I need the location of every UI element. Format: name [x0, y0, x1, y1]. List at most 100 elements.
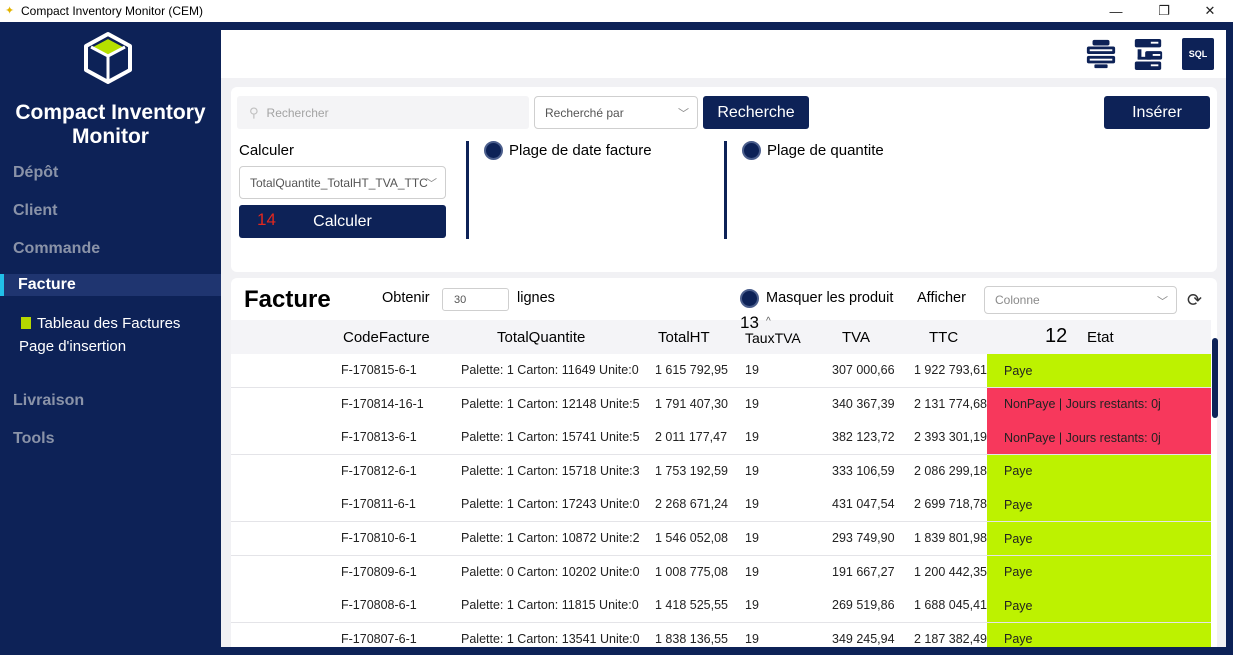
restore-button[interactable]: ❐ [1141, 0, 1187, 22]
sidebar-item-commande[interactable]: Commande [13, 240, 100, 258]
column-header[interactable]: CodeFacture [343, 329, 430, 346]
column-header[interactable]: TTC [929, 329, 958, 346]
search-input[interactable] [266, 105, 507, 120]
table-cell: 340 367,39 [832, 396, 895, 411]
sidebar-item-client[interactable]: Client [13, 202, 57, 220]
column-header[interactable]: TotalQuantite [497, 329, 585, 346]
invoice-table-panel: Facture Obtenir 30 lignes Masquer les pr… [231, 278, 1218, 647]
sidebar-subitem-tableau-label: Tableau des Factures [37, 315, 181, 332]
brand-line-1: Compact Inventory [15, 101, 206, 124]
search-button[interactable]: Recherche [703, 96, 809, 129]
hide-products-radio[interactable] [740, 289, 759, 308]
divider [724, 141, 727, 239]
table-cell: 1 546 052,08 [655, 531, 728, 545]
refresh-icon[interactable]: ⟳ [1187, 290, 1202, 311]
search-box: ⚲ [237, 96, 529, 129]
status-badge: Paye [987, 589, 1211, 623]
status-badge: NonPaye | Jours restants: 0j [987, 421, 1211, 455]
table-cell: F-170807-6-1 [341, 631, 417, 646]
sidebar-subitem-insertion[interactable]: Page d'insertion [19, 338, 126, 355]
show-label: Afficher [917, 290, 966, 306]
table-cell: 269 519,86 [832, 598, 895, 613]
quantity-range-label: Plage de quantite [767, 142, 884, 159]
sidebar-item-tools[interactable]: Tools [13, 430, 54, 448]
table-cell: 333 106,59 [832, 463, 895, 478]
page-title: Facture [244, 286, 331, 313]
insert-button[interactable]: Insérer [1104, 96, 1210, 129]
column-header[interactable]: Etat [1087, 329, 1114, 346]
table-cell: 307 000,66 [832, 363, 895, 377]
table-cell: 2 086 299,18 [914, 463, 987, 478]
table-row[interactable]: F-170814-16-1 Palette: 1 Carton: 12148 Un… [231, 387, 1211, 422]
column-select[interactable]: Colonne ﹀ [984, 286, 1177, 314]
table-cell: 293 749,90 [832, 531, 895, 545]
table-row[interactable]: F-170811-6-1 Palette: 1 Carton: 17243 Uni… [231, 488, 1211, 523]
table-cell: 1 838 136,55 [655, 631, 728, 646]
server-icon-svg [1086, 39, 1116, 69]
search-by-select[interactable]: Recherché par ﹀ [534, 96, 698, 129]
sidebar-item-livraison[interactable]: Livraison [13, 392, 84, 410]
top-toolbar: SQL [221, 30, 1226, 78]
minimize-button[interactable]: — [1093, 0, 1139, 22]
table-cell: F-170810-6-1 [341, 531, 417, 545]
sort-indicator-icon: ^ [766, 316, 771, 327]
date-range-label: Plage de date facture [509, 142, 652, 159]
table-cell: 19 [745, 363, 759, 377]
table-cell: 382 123,72 [832, 430, 895, 445]
rows-count-input[interactable]: 30 [442, 288, 509, 311]
sidebar-subitem-tableau[interactable]: Tableau des Factures [21, 315, 180, 332]
close-button[interactable]: ✕ [1187, 0, 1233, 22]
network-icon-svg [1134, 38, 1163, 70]
table-cell: 19 [745, 497, 759, 512]
table-row[interactable]: F-170815-6-1 Palette: 1 Carton: 11649 Uni… [231, 354, 1211, 388]
table-row[interactable]: F-170812-6-1 Palette: 1 Carton: 15718 Uni… [231, 454, 1211, 489]
table-row[interactable]: F-170810-6-1 Palette: 1 Carton: 10872 Uni… [231, 522, 1211, 556]
status-badge: Paye [987, 454, 1211, 488]
table-cell: Palette: 1 Carton: 17243 Unite:0 [461, 497, 640, 512]
table-cell: 19 [745, 631, 759, 646]
table-cell: Palette: 1 Carton: 15741 Unite:5 [461, 430, 640, 445]
main-content: SQL ⚲ Recherché par ﹀ Recherche Insérer … [221, 30, 1226, 647]
table-cell: 1 688 045,41 [914, 598, 987, 613]
table-icon [21, 317, 31, 329]
table-row[interactable]: F-170808-6-1 Palette: 1 Carton: 11815 Uni… [231, 589, 1211, 624]
server-icon[interactable] [1085, 38, 1117, 70]
status-badge: Paye [987, 555, 1211, 589]
annotation-13: 13 [740, 313, 759, 332]
obtain-label: Obtenir [382, 290, 430, 306]
filter-panel: ⚲ Recherché par ﹀ Recherche Insérer Calc… [231, 87, 1217, 272]
network-icon[interactable] [1132, 38, 1164, 70]
table-row[interactable]: F-170807-6-1 Palette: 1 Carton: 13541 Uni… [231, 622, 1211, 647]
table-cell: 19 [745, 564, 759, 579]
active-indicator [0, 274, 4, 296]
chevron-down-icon: ﹀ [1157, 296, 1168, 308]
table-cell: 19 [745, 463, 759, 478]
table-cell: 1 791 407,30 [655, 396, 728, 411]
calc-button[interactable]: 14 Calculer [239, 205, 446, 238]
chevron-down-icon: ﹀ [426, 178, 437, 190]
table-cell: F-170815-6-1 [341, 363, 417, 377]
divider [466, 141, 469, 239]
title-bar: ✦ Compact Inventory Monitor (CEM) — ❐ ✕ [0, 0, 1233, 22]
quantity-range-radio[interactable] [742, 141, 761, 160]
column-header[interactable]: TVA [842, 329, 870, 346]
scrollbar[interactable] [1212, 338, 1218, 418]
table-cell: Palette: 1 Carton: 10872 Unite:2 [461, 531, 640, 545]
table-row[interactable]: F-170809-6-1 Palette: 0 Carton: 10202 Uni… [231, 555, 1211, 590]
status-badge: Paye [987, 488, 1211, 522]
sidebar-item-depot[interactable]: Dépôt [13, 164, 58, 182]
table-cell: 19 [745, 396, 759, 411]
date-range-radio[interactable] [484, 141, 503, 160]
column-select-value: Colonne [995, 293, 1040, 307]
table-cell: Palette: 0 Carton: 10202 Unite:0 [461, 564, 640, 579]
table-cell: 19 [745, 430, 759, 445]
table-cell: 1 922 793,61 [914, 363, 987, 377]
sidebar-item-facture[interactable]: Facture [0, 274, 221, 296]
logo-icon [84, 32, 132, 84]
column-header[interactable]: TotalHT [658, 329, 710, 346]
calc-button-label: Calculer [313, 212, 372, 230]
table-cell: 19 [745, 598, 759, 613]
table-row[interactable]: F-170813-6-1 Palette: 1 Carton: 15741 Uni… [231, 421, 1211, 456]
calc-select[interactable]: TotalQuantite_TotalHT_TVA_TTC ﹀ [239, 166, 446, 199]
sql-icon[interactable]: SQL [1182, 38, 1214, 70]
